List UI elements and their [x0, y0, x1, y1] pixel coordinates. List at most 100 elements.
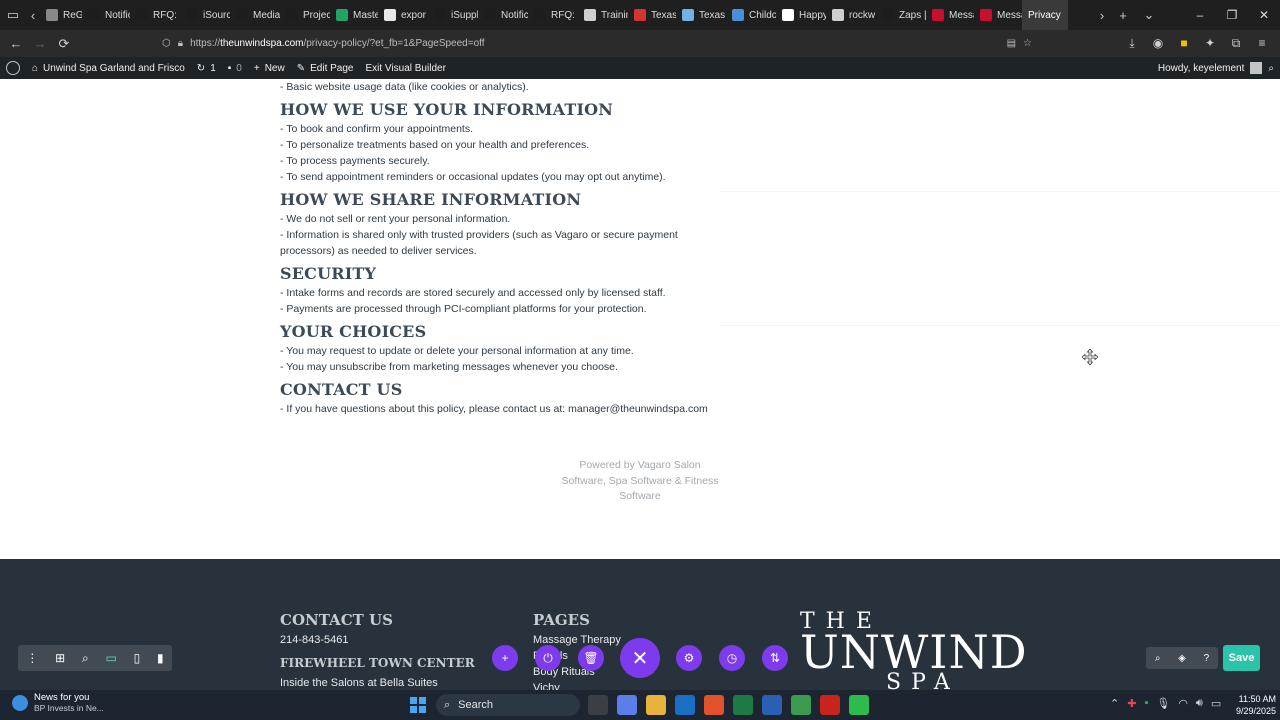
volume-icon[interactable]: 🔊︎: [1196, 697, 1203, 710]
exit-visual-builder-link[interactable]: Exit Visual Builder: [359, 63, 451, 74]
extension-badge-icon[interactable]: ■: [1172, 36, 1196, 51]
browser-tab[interactable]: ReGen: [40, 0, 82, 30]
tablet-view-icon[interactable]: ▯: [134, 651, 141, 665]
portability-button[interactable]: ⇅: [762, 645, 788, 671]
app-tray-icon[interactable]: ▪: [1144, 697, 1148, 710]
address-bar[interactable]: ⬡ 🔒︎ https://theunwindspa.com/privacy-po…: [162, 33, 1032, 54]
reload-icon[interactable]: ⟳: [52, 30, 76, 57]
close-window-icon[interactable]: ✕: [1248, 0, 1280, 30]
new-content-link[interactable]: + New: [248, 63, 291, 74]
battery-icon[interactable]: ▭: [1211, 697, 1221, 710]
site-name-link[interactable]: ⌂ Unwind Spa Garland and Frisco: [26, 63, 191, 74]
tab-scroll-right-icon[interactable]: ›: [1094, 0, 1110, 30]
browser-tab[interactable]: RFQ: 1855: [130, 0, 180, 30]
browser-tab[interactable]: Notificatio: [82, 0, 130, 30]
minimize-icon[interactable]: –: [1184, 0, 1216, 30]
new-tab-button[interactable]: +: [1110, 0, 1136, 30]
browser-tab[interactable]: Privacy✕: [1022, 0, 1068, 30]
help-icon[interactable]: ?: [1204, 653, 1210, 664]
browser-tab[interactable]: Media Libr: [230, 0, 280, 30]
browser-tab[interactable]: rockw: [826, 0, 876, 30]
url-text[interactable]: https://theunwindspa.com/privacy-policy/…: [190, 38, 484, 49]
excel-icon[interactable]: [733, 695, 753, 715]
load-layout-button[interactable]: ⏻: [535, 645, 561, 671]
wireframe-view-icon[interactable]: ⊞: [55, 651, 65, 665]
browser-tab[interactable]: Notificatio: [478, 0, 528, 30]
edit-page-link[interactable]: ✎ Edit Page: [291, 63, 360, 74]
avatar[interactable]: [1250, 62, 1263, 74]
comments-link[interactable]: ▪ 0: [222, 63, 248, 74]
browser-tab[interactable]: Zaps | Zap: [876, 0, 926, 30]
windows-start-icon[interactable]: [410, 697, 426, 713]
policy-line: - If you have questions about this polic…: [280, 403, 708, 415]
browser-tab[interactable]: Happy: [776, 0, 826, 30]
tab-label: Zaps | Zap: [899, 9, 926, 21]
reader-view-icon[interactable]: ▤: [1007, 38, 1016, 49]
app-tray-icon[interactable]: ✚: [1127, 697, 1136, 710]
task-view-icon[interactable]: [588, 695, 608, 715]
extensions-puzzle-icon[interactable]: ⧉: [1224, 36, 1248, 51]
powered-by-text[interactable]: Powered by Vagaro Salon Software, Spa So…: [540, 458, 740, 505]
news-widget[interactable]: News for you BP Invests in Ne...: [12, 692, 104, 713]
save-button[interactable]: Save: [1223, 645, 1260, 671]
copilot-icon[interactable]: [617, 695, 637, 715]
search-icon[interactable]: ⌕: [1155, 653, 1161, 664]
menu-icon[interactable]: ≡: [1250, 36, 1274, 51]
more-options-icon[interactable]: ⋮: [26, 651, 38, 665]
taskbar-search[interactable]: ⌕ Search: [436, 694, 580, 716]
browser-tab[interactable]: iSupplier P: [428, 0, 478, 30]
chrome-icon[interactable]: [791, 695, 811, 715]
layers-icon[interactable]: ◈: [1178, 653, 1186, 664]
browser-tab[interactable]: Texas: [676, 0, 726, 30]
wifi-icon[interactable]: ◠: [1178, 697, 1188, 710]
account-icon[interactable]: ◉: [1146, 36, 1170, 51]
microphone-icon[interactable]: 🎙︎: [1156, 697, 1170, 710]
app-icon[interactable]: [849, 695, 869, 715]
close-builder-button[interactable]: ✕: [620, 638, 660, 678]
desktop-view-icon[interactable]: ▭: [105, 651, 116, 665]
footer-phone[interactable]: 214-843-5461: [280, 634, 349, 646]
updates-link[interactable]: ↻ 1: [191, 63, 222, 74]
phone-view-icon[interactable]: ▮: [157, 651, 164, 665]
browser-tab[interactable]: Maste: [330, 0, 378, 30]
wp-logo-button[interactable]: [0, 61, 26, 75]
tab-list-chevron-icon[interactable]: ⌄: [1136, 0, 1162, 30]
outlook-icon[interactable]: [675, 695, 695, 715]
browser-tab[interactable]: Childc: [726, 0, 776, 30]
word-icon[interactable]: [762, 695, 782, 715]
zoom-icon[interactable]: ⌕: [82, 651, 89, 666]
wordpress-logo-icon: [6, 61, 20, 75]
tab-label: Notificatio: [501, 9, 528, 21]
footer-page-link[interactable]: Vichy: [533, 682, 560, 690]
howdy-user-link[interactable]: Howdy, keyelement: [1158, 63, 1245, 74]
download-icon[interactable]: ⤓: [1120, 36, 1144, 51]
clock[interactable]: 11:50 AM 9/29/2025: [1228, 693, 1276, 717]
browser-tab[interactable]: Texas: [628, 0, 676, 30]
tab-actions-icon[interactable]: ▭: [0, 0, 26, 30]
acrobat-icon[interactable]: [820, 695, 840, 715]
extension-icon[interactable]: ✦: [1198, 36, 1222, 51]
tracking-shield-icon[interactable]: ⬡: [162, 38, 171, 49]
browser-tab[interactable]: Messa: [926, 0, 974, 30]
firefox-icon[interactable]: [704, 695, 724, 715]
back-icon[interactable]: ←: [4, 30, 28, 57]
browser-tab[interactable]: RFQ: 1855: [528, 0, 578, 30]
tab-scroll-left-icon[interactable]: ‹: [26, 0, 40, 30]
restore-icon[interactable]: ❐: [1216, 0, 1248, 30]
tab-label: RFQ: 1855: [551, 9, 578, 21]
page-settings-gear-button[interactable]: ⚙: [676, 645, 702, 671]
browser-tab[interactable]: Messa: [974, 0, 1022, 30]
browser-tab[interactable]: Trainin: [578, 0, 628, 30]
history-button[interactable]: ◷: [719, 645, 745, 671]
add-module-button[interactable]: +: [492, 645, 518, 671]
tab-favicon-icon: [484, 9, 496, 21]
search-icon[interactable]: ⌕: [1268, 63, 1274, 74]
clear-layout-button[interactable]: 🗑︎: [578, 645, 604, 671]
bookmark-star-icon[interactable]: ☆: [1023, 38, 1032, 49]
browser-tab[interactable]: Projects <: [280, 0, 330, 30]
browser-tab[interactable]: expor: [378, 0, 428, 30]
chevron-up-icon[interactable]: ⌃: [1110, 697, 1119, 710]
lock-icon[interactable]: 🔒︎: [178, 38, 183, 49]
file-explorer-icon[interactable]: [646, 695, 666, 715]
browser-tab[interactable]: iSourcing: [180, 0, 230, 30]
